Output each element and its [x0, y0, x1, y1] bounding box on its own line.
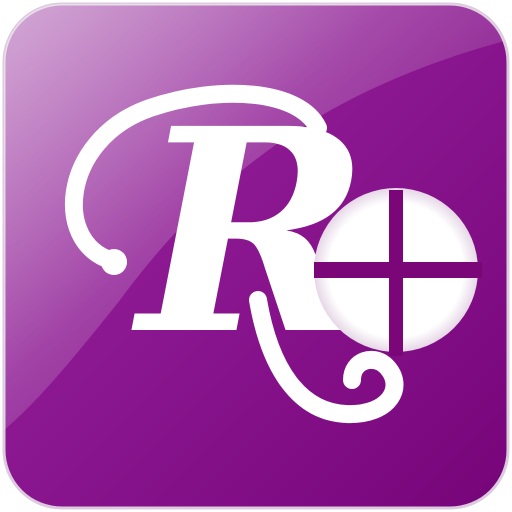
- app-icon[interactable]: R +: [0, 0, 512, 512]
- plus-badge-horizontal-bar: [314, 262, 482, 278]
- logo-swash-top-dot: [101, 249, 127, 275]
- app-icon-graphic: R +: [2, 2, 510, 510]
